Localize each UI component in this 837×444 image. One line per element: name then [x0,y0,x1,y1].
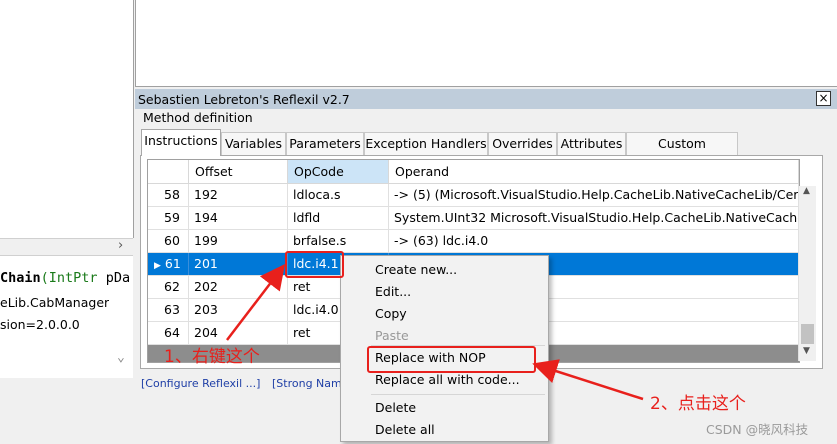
table-row[interactable]: 60 199 brfalse.s -> (63) ldc.i4.0 [148,230,799,253]
tab-variables[interactable]: Variables [221,132,286,155]
left-code-view: Chain(IntPtr pDa eLib.CabManager sion=2.… [0,256,133,378]
opcode-cell: brfalse.s [288,230,389,252]
reflexil-title-bar: Sebastien Lebreton's Reflexil v2.7 × [135,89,837,109]
left-tree-panel [0,0,134,238]
column-header-operand[interactable]: Operand [389,160,799,184]
close-button[interactable]: × [816,91,831,106]
scroll-down-icon[interactable]: ▼ [803,346,810,356]
menu-item-replace-all-with-code[interactable]: Replace all with code... [375,372,520,387]
left-horizontal-scrollbar[interactable]: › [0,238,133,256]
column-header-opcode[interactable]: OpCode [288,160,389,184]
tab-custom-attributes[interactable]: Custom attributes [626,132,738,172]
menu-item-copy[interactable]: Copy [375,306,407,321]
paren: ( [40,270,49,286]
tab-parameters[interactable]: Parameters [286,132,364,155]
row-index: 64 [148,322,189,344]
annotation-step1: 1、右键这个 [164,347,260,367]
configure-reflexil-link[interactable]: [Configure Reflexil ...] [141,377,260,390]
chevron-down-icon[interactable]: ⌄ [117,350,125,365]
offset-cell: 199 [189,230,288,252]
row-index-text: 61 [164,256,181,271]
operand-cell: System.UInt32 Microsoft.VisualStudio.Hel… [389,207,799,229]
row-pointer-icon: ▶ [154,261,161,271]
operand-cell: -> (5) (Microsoft.VisualStudio.Help.Cach… [389,184,799,206]
code-line-3: sion=2.0.0.0 [0,317,80,332]
code-line-2: eLib.CabManager [0,295,110,310]
type-keyword: IntPtr [48,270,98,286]
offset-cell: 192 [189,184,288,206]
menu-item-delete[interactable]: Delete [375,400,416,415]
code-line-1: Chain(IntPtr pDa [0,270,130,286]
offset-cell: 203 [189,299,288,321]
left-bottom-area [0,378,133,444]
tab-exception-handlers[interactable]: Exception Handlers [364,132,488,155]
row-index: 60 [148,230,189,252]
reflexil-title: Sebastien Lebreton's Reflexil v2.7 [138,92,350,107]
opcode-cell: ldfld [288,207,389,229]
offset-cell: 201 [189,253,288,275]
grid-vertical-scrollbar[interactable]: ▲ ▼ [798,186,816,361]
row-index: 63 [148,299,189,321]
highlight-box-opcode [285,251,344,278]
group-label: Method definition [143,110,253,125]
operand-cell: -> (63) ldc.i4.0 [389,230,799,252]
tab-attributes[interactable]: Attributes [557,132,626,155]
table-row[interactable]: 58 192 ldloca.s -> (5) (Microsoft.Visual… [148,184,799,207]
tab-instructions[interactable]: Instructions [141,129,221,156]
param-text: pDa [97,270,131,286]
menu-item-delete-all[interactable]: Delete all [375,422,435,437]
tab-overrides[interactable]: Overrides [488,132,557,155]
row-index: 59 [148,207,189,229]
chevron-right-icon[interactable]: › [118,238,123,253]
watermark: CSDN @晓风科技 [706,422,809,437]
menu-separator [371,394,545,395]
table-row[interactable]: 59 194 ldfld System.UInt32 Microsoft.Vis… [148,207,799,230]
row-header-corner [148,160,189,184]
scroll-thumb[interactable] [801,324,814,344]
code-view-panel [135,0,837,87]
offset-cell: 194 [189,207,288,229]
column-header-offset[interactable]: Offset [189,160,288,184]
scroll-up-icon[interactable]: ▲ [803,186,810,196]
offset-cell: 204 [189,322,288,344]
row-index: ▶ 61 [148,253,189,275]
highlight-box-replace-nop [367,346,536,373]
menu-item-edit[interactable]: Edit... [375,284,411,299]
offset-cell: 202 [189,276,288,298]
strong-name-link[interactable]: [Strong Name [272,377,349,390]
opcode-cell: ldloca.s [288,184,389,206]
menu-item-create-new[interactable]: Create new... [375,262,457,277]
row-index: 62 [148,276,189,298]
method-name: Chain [0,270,41,286]
menu-item-paste[interactable]: Paste [375,328,409,343]
row-index: 58 [148,184,189,206]
annotation-step2: 2、点击这个 [650,394,746,414]
